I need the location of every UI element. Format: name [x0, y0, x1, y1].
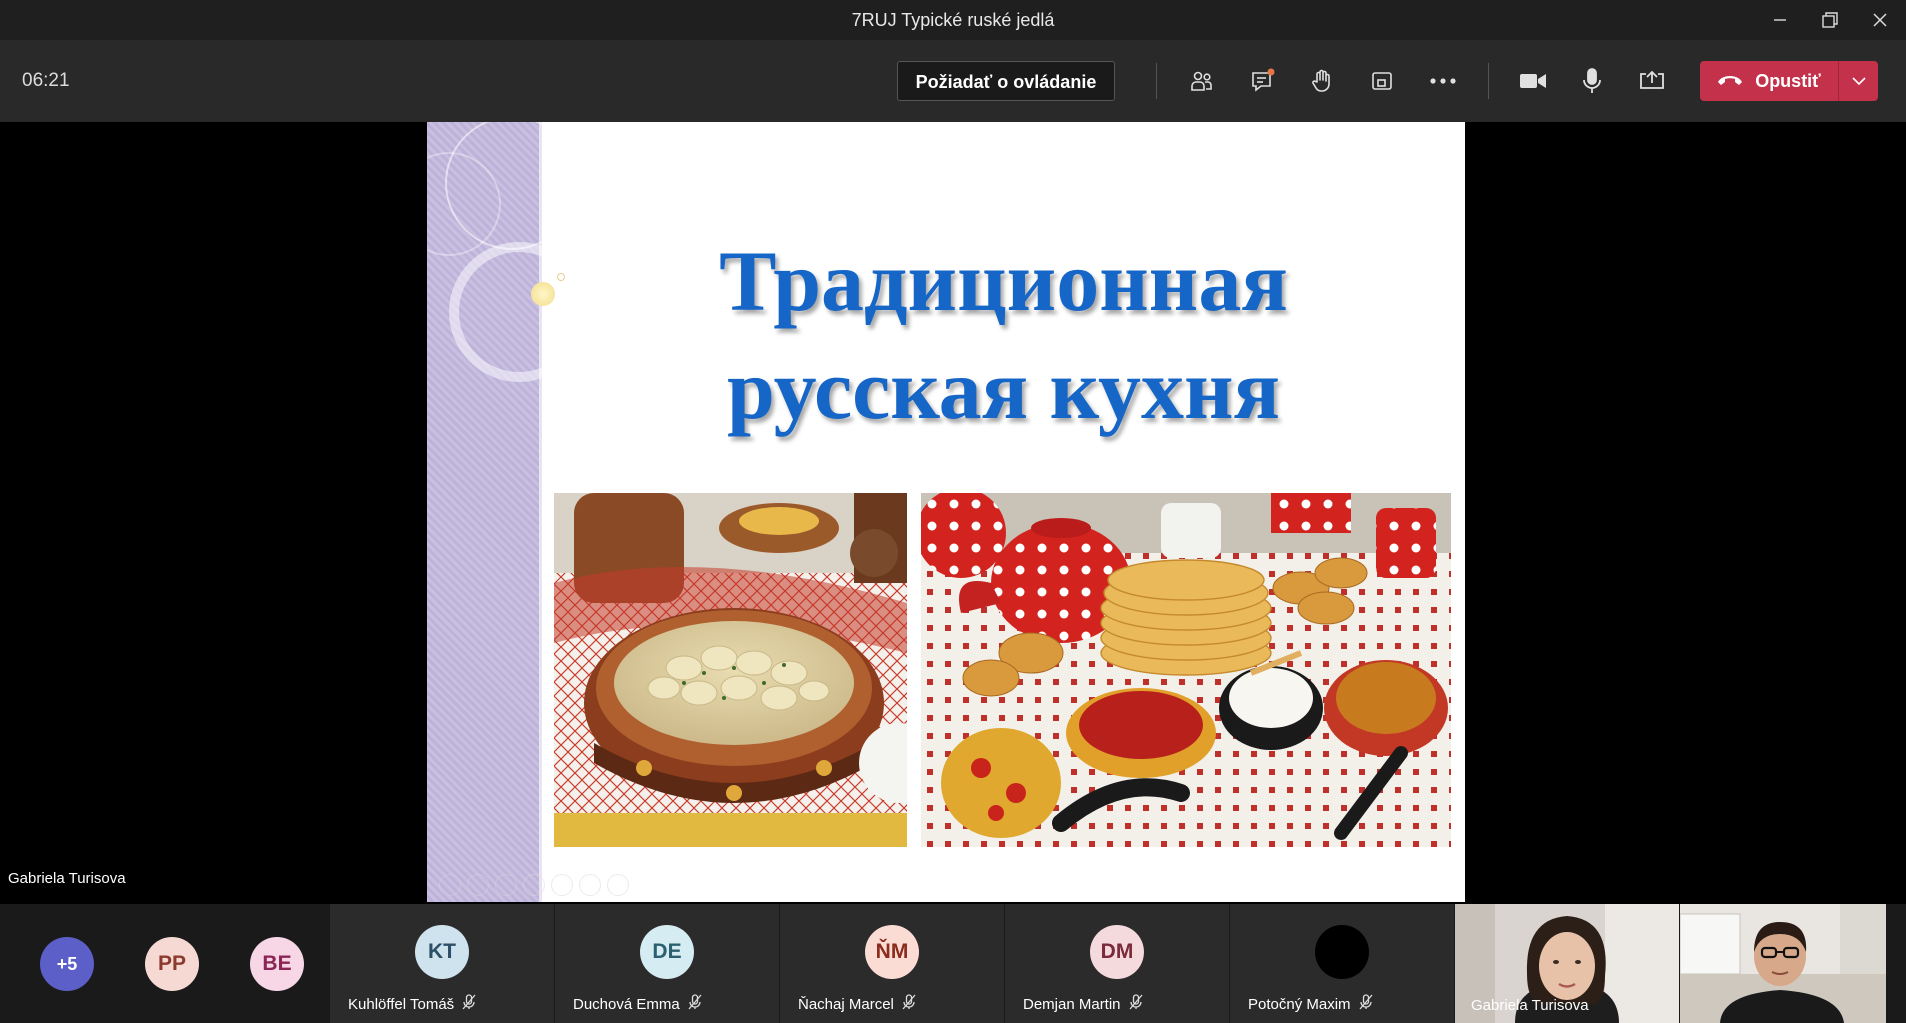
presentation-slide: Традиционная русская кухня: [427, 122, 1465, 902]
raise-hand-icon[interactable]: [1302, 61, 1342, 101]
slide-subtitles-icon[interactable]: [579, 874, 601, 896]
leave-button[interactable]: Opustiť: [1700, 61, 1838, 101]
participant-tile[interactable]: DM Demjan Martin: [1005, 904, 1229, 1023]
slide-grid-icon[interactable]: [523, 874, 545, 896]
participant-name: Demjan Martin: [1023, 995, 1121, 1013]
participant-gallery: +5 PP BE KT Kuhlöffel Tomáš DE Duchová E…: [0, 904, 1906, 1023]
more-options-icon[interactable]: [1423, 61, 1463, 101]
participant-avatar: DM: [1090, 925, 1144, 979]
window-title: 7RUJ Typické ruské jedlá: [851, 10, 1055, 30]
participant-profile-photo: [1315, 925, 1369, 979]
blini-table-photo: [921, 493, 1451, 847]
participant-tile[interactable]: ŇM Ňachaj Marcel: [780, 904, 1004, 1023]
participants-icon[interactable]: [1182, 61, 1222, 101]
minimize-icon[interactable]: [1755, 0, 1805, 40]
meeting-toolbar: 06:21 Požiadať o ovládanie Opustiť: [0, 40, 1906, 122]
slide-decoration: [427, 122, 589, 902]
leave-options-chevron-icon[interactable]: [1839, 61, 1878, 101]
leave-label: Opustiť: [1755, 70, 1821, 91]
participant-name: Duchová Emma: [573, 995, 680, 1013]
slide-title-line-1: Традиционная: [719, 233, 1288, 329]
toolbar-divider: [1488, 63, 1489, 99]
title-bar: 7RUJ Typické ruské jedlá: [0, 0, 1906, 40]
share-screen-icon[interactable]: [1632, 61, 1672, 101]
participant-avatar[interactable]: BE: [250, 937, 304, 991]
hang-up-icon: [1717, 71, 1743, 92]
mic-muted-icon: [1129, 994, 1143, 1014]
participant-avatar[interactable]: PP: [145, 937, 199, 991]
participant-tile[interactable]: DE Duchová Emma: [555, 904, 779, 1023]
participant-video-tile[interactable]: [1680, 904, 1886, 1023]
close-icon[interactable]: [1855, 0, 1905, 40]
participant-video-tile[interactable]: Gabriela Turisova: [1455, 904, 1679, 1023]
participant-name: Gabriela Turisova: [1471, 997, 1589, 1014]
participant-name: Ňachaj Marcel: [798, 995, 894, 1013]
participant-name: Kuhlöffel Tomáš: [348, 995, 455, 1013]
overflow-participants-badge[interactable]: +5: [40, 937, 94, 991]
toolbar-divider: [1156, 63, 1157, 99]
presenter-name-label: Gabriela Turisova: [8, 870, 126, 887]
slide-title: Традиционная русская кухня: [542, 227, 1465, 443]
participant-tile[interactable]: KT Kuhlöffel Tomáš: [330, 904, 554, 1023]
mic-muted-icon: [902, 994, 916, 1014]
restore-icon[interactable]: [1805, 0, 1855, 40]
mic-muted-icon: [1359, 994, 1373, 1014]
camera-icon[interactable]: [1513, 61, 1553, 101]
slide-more-icon[interactable]: [607, 874, 629, 896]
mic-muted-icon: [688, 994, 702, 1014]
slide-title-line-2: русская кухня: [726, 341, 1281, 437]
leave-button-group: Opustiť: [1700, 61, 1878, 101]
participant-avatar: KT: [415, 925, 469, 979]
slide-next-icon[interactable]: [467, 874, 489, 896]
slide-zoom-icon[interactable]: [551, 874, 573, 896]
slide-pen-icon[interactable]: [495, 874, 517, 896]
rooms-icon[interactable]: [1362, 61, 1402, 101]
pelmeni-photo: [554, 493, 907, 847]
request-control-button[interactable]: Požiadať o ovládanie: [897, 61, 1115, 101]
slide-previous-icon[interactable]: [439, 874, 461, 896]
shared-content-stage: Традиционная русская кухня Gabriela Turi…: [0, 122, 1906, 904]
participant-tile[interactable]: Potočný Maxim: [1230, 904, 1454, 1023]
chat-icon[interactable]: [1243, 61, 1283, 101]
mic-muted-icon: [462, 994, 476, 1014]
participant-name: Potočný Maxim: [1248, 995, 1351, 1013]
participant-avatar: ŇM: [865, 925, 919, 979]
microphone-icon[interactable]: [1572, 61, 1612, 101]
meeting-timer: 06:21: [22, 70, 70, 91]
participant-avatar: DE: [640, 925, 694, 979]
